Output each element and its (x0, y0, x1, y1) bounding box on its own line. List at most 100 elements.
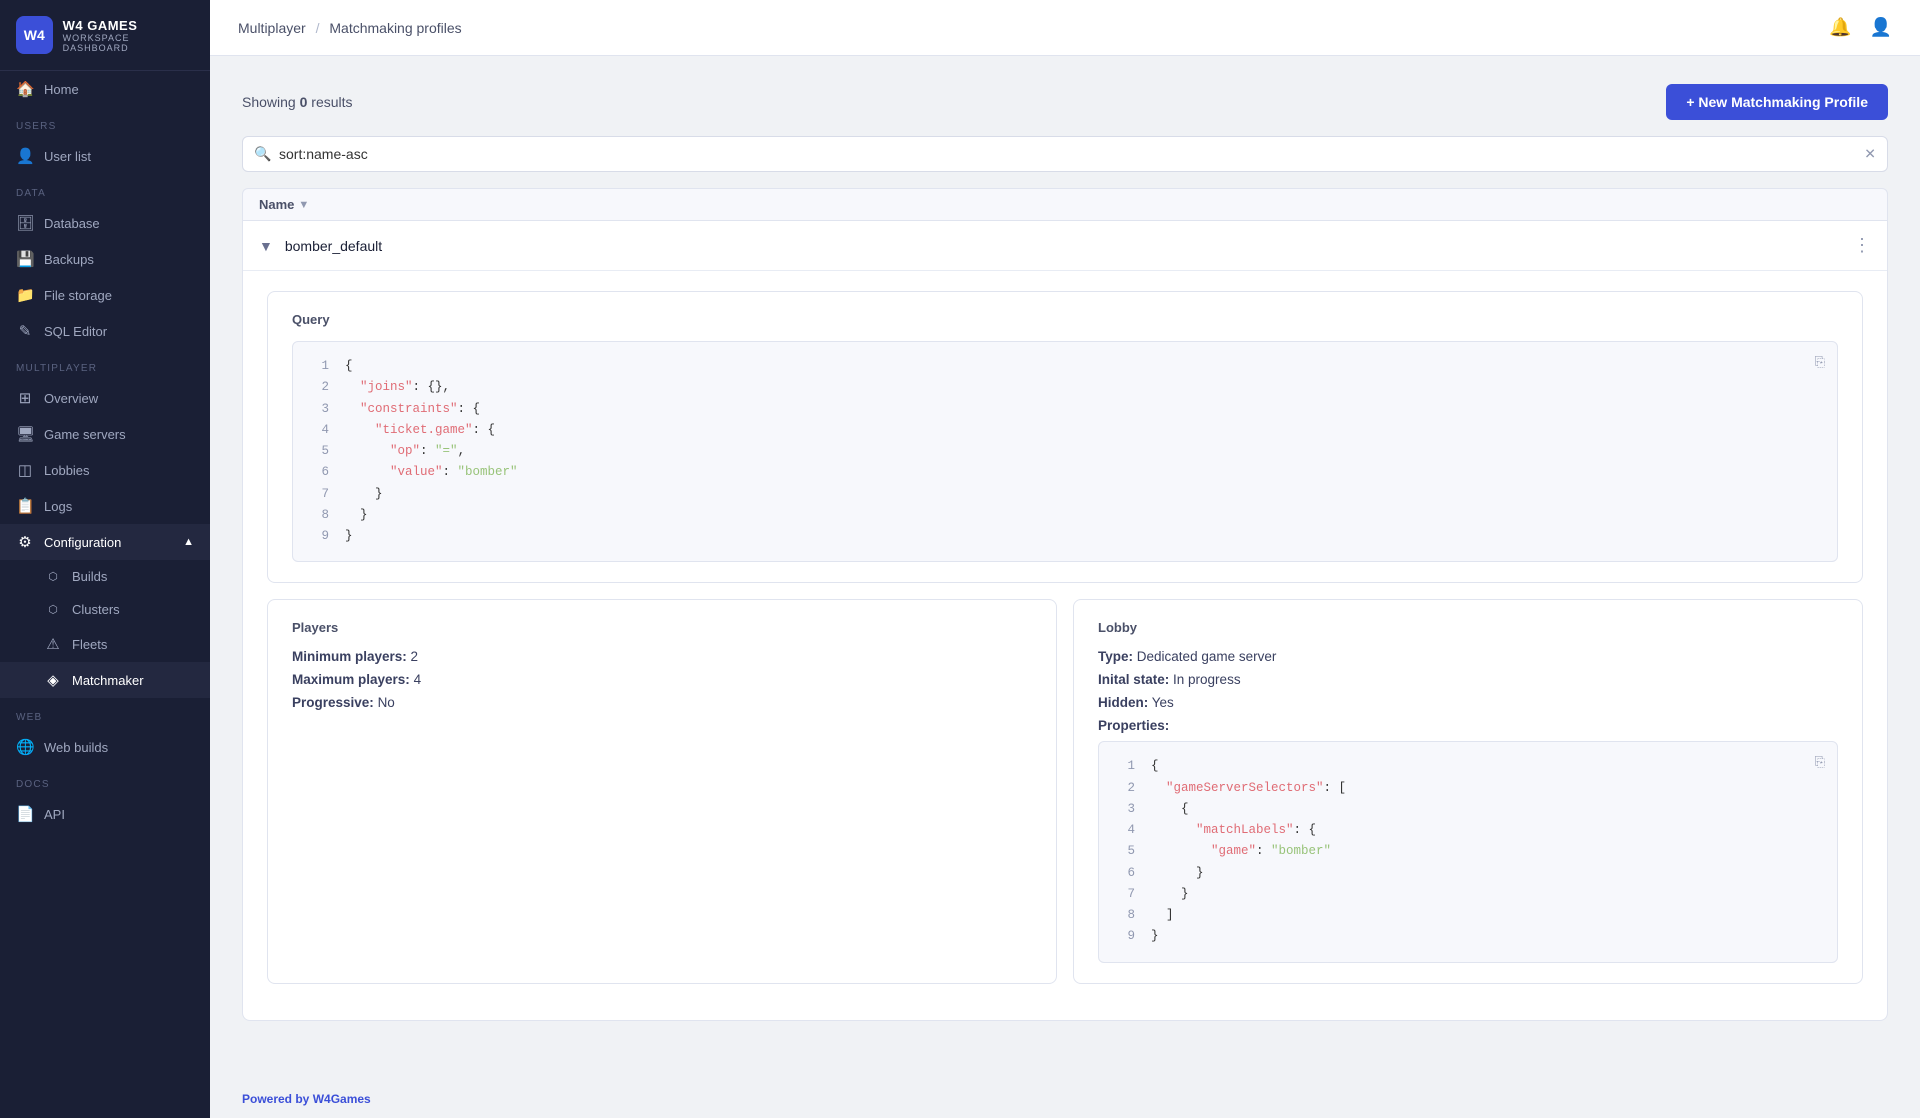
fleets-icon: ⚠ (44, 635, 62, 653)
sidebar-item-database[interactable]: 🗄 Database (0, 205, 210, 241)
breadcrumb-matchmaking[interactable]: Matchmaking profiles (329, 20, 461, 36)
query-section: Query ⎘ 1{ 2 "joins": {}, 3 "constraints… (267, 291, 1863, 583)
results-prefix: Showing (242, 94, 300, 110)
code-line-7: 7 } (309, 484, 1821, 505)
search-icon: 🔍 (254, 146, 271, 163)
lobby-properties-code: ⎘ 1{ 2 "gameServerSelectors": [ 3 { 4 "m… (1098, 741, 1838, 962)
sidebar-item-game-servers[interactable]: 🖥 Game servers (0, 416, 210, 452)
search-input[interactable] (242, 136, 1888, 172)
sidebar-item-label: Fleets (72, 637, 107, 652)
profile-name: bomber_default (285, 238, 1853, 254)
max-players-val: 4 (414, 672, 422, 687)
breadcrumb: Multiplayer / Matchmaking profiles (238, 20, 462, 36)
sidebar-item-clusters[interactable]: ⬡ Clusters (0, 593, 210, 626)
breadcrumb-separator: / (316, 20, 320, 36)
sidebar-item-matchmaker[interactable]: ◈ Matchmaker (0, 662, 210, 698)
prop-line-1: 1{ (1115, 756, 1821, 777)
max-players-label: Maximum players: (292, 672, 410, 687)
sidebar-item-logs[interactable]: 📋 Logs (0, 488, 210, 524)
min-players-row: Minimum players: 2 (292, 649, 1032, 664)
profile-actions-menu[interactable]: ⋮ (1853, 235, 1871, 256)
profile-body: Query ⎘ 1{ 2 "joins": {}, 3 "constraints… (243, 271, 1887, 1020)
max-players-row: Maximum players: 4 (292, 672, 1032, 687)
chevron-icon: ▲ (183, 536, 194, 548)
notification-icon[interactable]: 🔔 (1829, 17, 1851, 38)
sidebar-item-label: Game servers (44, 427, 126, 442)
code-line-9: 9} (309, 526, 1821, 547)
lobby-type-label: Type: (1098, 649, 1133, 664)
sidebar-item-lobbies[interactable]: ◫ Lobbies (0, 452, 210, 488)
sidebar-item-file-storage[interactable]: 📁 File storage (0, 277, 210, 313)
sidebar: W4 W4 GAMES WORKSPACE DASHBOARD 🏠 Home U… (0, 0, 210, 1118)
main-content: Multiplayer / Matchmaking profiles 🔔 👤 S… (210, 0, 1920, 1118)
copy-properties-icon[interactable]: ⎘ (1815, 752, 1825, 774)
sidebar-item-backups[interactable]: 💾 Backups (0, 241, 210, 277)
breadcrumb-multiplayer[interactable]: Multiplayer (238, 20, 306, 36)
sidebar-item-builds[interactable]: ⬡ Builds (0, 560, 210, 593)
sidebar-section-data: DATA (0, 174, 210, 205)
profile-header[interactable]: ▼ bomber_default ⋮ (243, 221, 1887, 271)
lobby-section: Lobby Type: Dedicated game server Inital… (1073, 599, 1863, 983)
sidebar-item-label: Overview (44, 391, 98, 406)
logo-icon: W4 (16, 16, 53, 54)
sidebar-item-label: Configuration (44, 535, 121, 550)
api-icon: 📄 (16, 805, 34, 823)
sidebar-item-user-list[interactable]: 👤 User list (0, 138, 210, 174)
query-code-block: ⎘ 1{ 2 "joins": {}, 3 "constraints": { 4… (292, 341, 1838, 562)
sidebar-item-label: API (44, 807, 65, 822)
sidebar-item-overview[interactable]: ⊞ Overview (0, 380, 210, 416)
sidebar-item-web-builds[interactable]: 🌐 Web builds (0, 729, 210, 765)
lobby-section-title: Lobby (1098, 620, 1838, 635)
column-name-header[interactable]: Name ▼ (259, 197, 309, 212)
sidebar-item-api[interactable]: 📄 API (0, 796, 210, 832)
user-account-icon[interactable]: 👤 (1870, 17, 1892, 38)
code-line-3: 3 "constraints": { (309, 399, 1821, 420)
sidebar-item-label: Home (44, 82, 79, 97)
prop-line-9: 9} (1115, 926, 1821, 947)
sidebar-item-home[interactable]: 🏠 Home (0, 71, 210, 107)
sidebar-item-configuration[interactable]: ⚙ Configuration ▲ (0, 524, 210, 560)
prop-line-3: 3 { (1115, 799, 1821, 820)
code-line-1: 1{ (309, 356, 1821, 377)
logo: W4 W4 GAMES WORKSPACE DASHBOARD (0, 0, 210, 71)
new-matchmaking-profile-button[interactable]: + New Matchmaking Profile (1666, 84, 1888, 120)
user-icon: 👤 (16, 147, 34, 165)
home-icon: 🏠 (16, 80, 34, 98)
code-line-6: 6 "value": "bomber" (309, 462, 1821, 483)
sidebar-item-label: Clusters (72, 602, 120, 617)
lobby-properties-label: Properties: (1098, 718, 1838, 733)
lobby-type-val: Dedicated game server (1137, 649, 1277, 664)
results-count: Showing 0 results (242, 94, 353, 110)
sidebar-item-label: Logs (44, 499, 72, 514)
footer: Powered by W4Games (210, 1080, 1920, 1118)
builds-icon: ⬡ (44, 570, 62, 583)
sidebar-section-docs: DOCS (0, 765, 210, 796)
sidebar-item-label: Builds (72, 569, 107, 584)
players-section-title: Players (292, 620, 1032, 635)
collapse-icon[interactable]: ▼ (259, 238, 273, 254)
content-header: Showing 0 results + New Matchmaking Prof… (242, 84, 1888, 120)
min-players-val: 2 (411, 649, 419, 664)
prop-line-4: 4 "matchLabels": { (1115, 820, 1821, 841)
logo-text: W4 GAMES WORKSPACE DASHBOARD (63, 18, 194, 53)
sidebar-item-sql-editor[interactable]: ✎ SQL Editor (0, 313, 210, 349)
lobby-type-row: Type: Dedicated game server (1098, 649, 1838, 664)
sidebar-item-label: SQL Editor (44, 324, 107, 339)
logs-icon: 📋 (16, 497, 34, 515)
backups-icon: 💾 (16, 250, 34, 268)
lobby-hidden-label: Hidden: (1098, 695, 1148, 710)
min-players-label: Minimum players: (292, 649, 407, 664)
sidebar-item-label: User list (44, 149, 91, 164)
clear-search-icon[interactable]: ✕ (1864, 146, 1876, 163)
sidebar-item-fleets[interactable]: ⚠ Fleets (0, 626, 210, 662)
sort-icon: ▼ (298, 199, 309, 211)
sidebar-item-label: Matchmaker (72, 673, 144, 688)
prop-line-8: 8 ] (1115, 905, 1821, 926)
results-suffix: results (307, 94, 352, 110)
prop-line-2: 2 "gameServerSelectors": [ (1115, 778, 1821, 799)
progressive-label: Progressive: (292, 695, 374, 710)
game-servers-icon: 🖥 (16, 425, 34, 443)
code-line-5: 5 "op": "=", (309, 441, 1821, 462)
copy-code-icon[interactable]: ⎘ (1815, 352, 1825, 374)
sidebar-item-label: Backups (44, 252, 94, 267)
